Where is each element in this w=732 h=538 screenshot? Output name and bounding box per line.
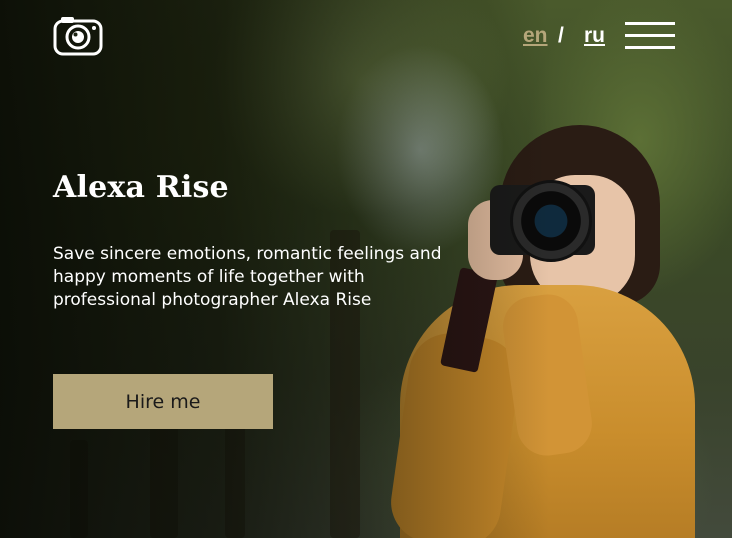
language-separator: / xyxy=(558,24,564,47)
hero-title: Alexa Rise xyxy=(53,170,229,205)
language-switcher: en / ru xyxy=(0,24,732,50)
language-en-link[interactable]: en xyxy=(523,24,548,48)
language-ru-link[interactable]: ru xyxy=(584,24,605,48)
hamburger-menu-icon[interactable] xyxy=(625,22,675,50)
hire-me-button[interactable]: Hire me xyxy=(53,374,273,429)
hero-subtitle: Save sincere emotions, romantic feelings… xyxy=(53,244,442,310)
